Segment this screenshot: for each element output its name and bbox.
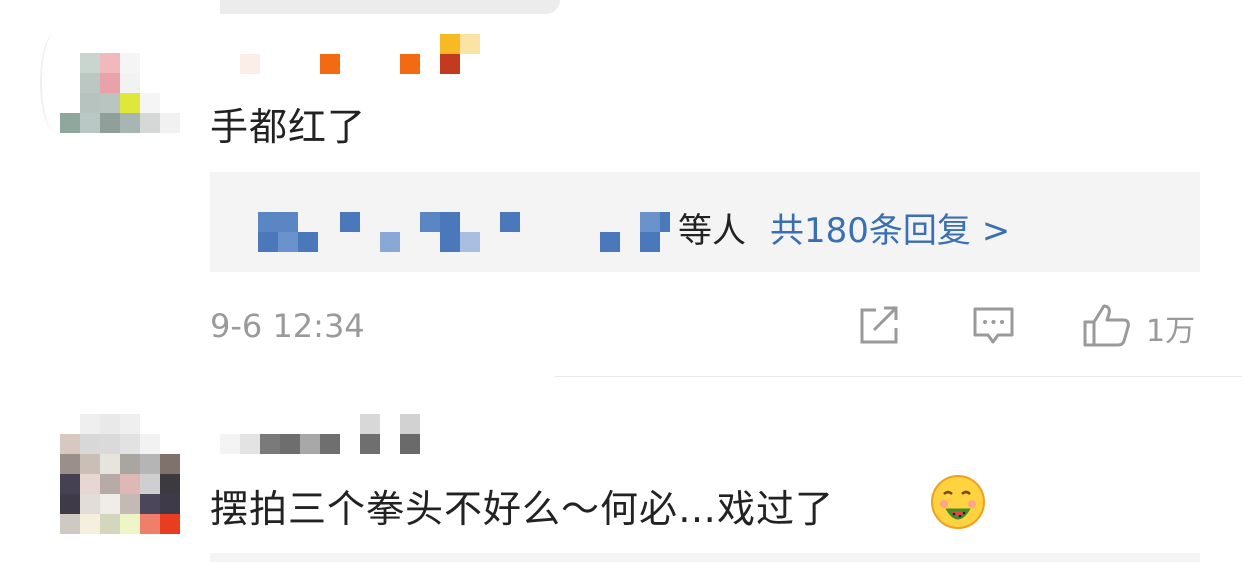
avatar[interactable] bbox=[60, 53, 180, 173]
share-button[interactable] bbox=[858, 304, 902, 346]
watermelon-emoji-icon bbox=[930, 474, 986, 530]
share-icon bbox=[860, 306, 898, 344]
comment-divider bbox=[555, 376, 1242, 377]
comment-timestamp: 9-6 12:34 bbox=[210, 307, 365, 345]
comment-text: 摆拍三个拳头不好么～何必…戏过了 bbox=[210, 487, 835, 531]
username-mosaic[interactable] bbox=[240, 54, 260, 74]
username-mosaic bbox=[400, 54, 420, 74]
previous-item-remnant bbox=[220, 0, 560, 14]
like-button[interactable] bbox=[1082, 302, 1132, 348]
reply-summary-suffix: 等人 bbox=[678, 211, 746, 251]
reply-summary-box-partial bbox=[210, 553, 1200, 562]
like-count: 1万 bbox=[1146, 314, 1196, 349]
username-mosaic bbox=[320, 54, 340, 74]
badge-mosaic bbox=[460, 34, 480, 54]
comment-text: 手都红了 bbox=[210, 105, 367, 149]
comment-button[interactable] bbox=[972, 306, 1016, 346]
avatar[interactable] bbox=[60, 414, 180, 534]
badge-mosaic bbox=[440, 54, 460, 74]
view-replies-link[interactable]: 共180条回复 > bbox=[770, 203, 1010, 252]
comment-icon bbox=[973, 307, 1014, 344]
thumb-up-icon bbox=[1083, 304, 1130, 347]
badge-mosaic bbox=[440, 34, 460, 54]
